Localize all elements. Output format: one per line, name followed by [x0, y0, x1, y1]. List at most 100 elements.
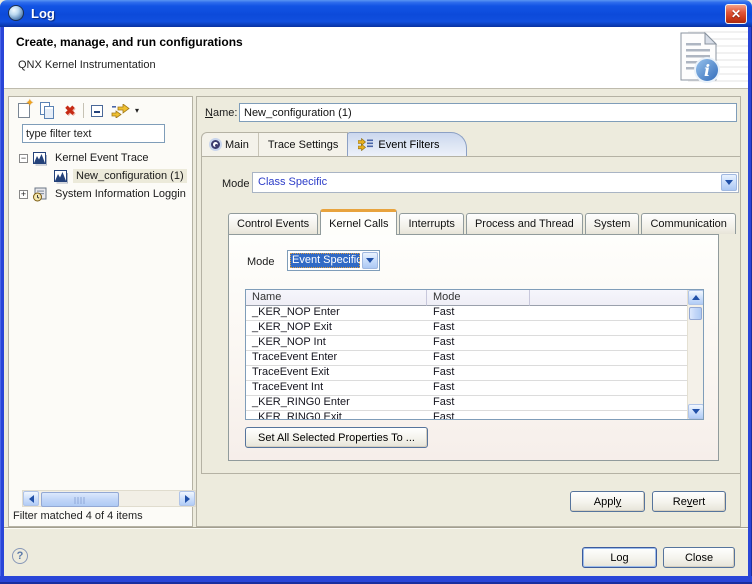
kernel-calls-panel: Mode Event Specific Name Mode [228, 234, 719, 461]
cell-name: _KER_NOP Enter [246, 306, 427, 320]
toolbar-separator [83, 103, 84, 118]
tab-system[interactable]: System [585, 213, 640, 234]
cell-blank [530, 381, 687, 395]
table-row[interactable]: TraceEvent Int Fast [246, 381, 687, 396]
window-title: Log [31, 6, 55, 21]
tree-item-new-configuration[interactable]: New_configuration (1) [53, 167, 187, 185]
event-filters-tab-icon [358, 138, 373, 151]
banner-subtitle: QNX Kernel Instrumentation [18, 59, 156, 71]
system-information-icon [32, 186, 48, 202]
cell-name: _KER_NOP Exit [246, 321, 427, 335]
new-configuration-button[interactable]: ✦ [14, 101, 34, 120]
cell-mode: Fast [427, 351, 530, 365]
cell-name: TraceEvent Int [246, 381, 427, 395]
tree-item-label-selected: New_configuration (1) [73, 169, 187, 183]
scroll-left-icon[interactable] [23, 491, 39, 506]
mode-label: Mode [222, 178, 250, 190]
filter-menu-dropdown[interactable]: ▾ [131, 101, 143, 120]
event-class-tabs: Control Events Kernel Calls Interrupts P… [228, 208, 738, 234]
filter-button[interactable] [109, 101, 133, 120]
cell-mode: Fast [427, 411, 530, 419]
kernel-mode-label: Mode [247, 256, 275, 268]
column-header-name[interactable]: Name [246, 290, 427, 306]
kernel-event-trace-icon [32, 150, 48, 166]
configuration-detail-panel: Name: Main Trace Settings [196, 96, 741, 527]
close-icon[interactable]: ✕ [725, 4, 747, 24]
chevron-down-icon: ▾ [135, 106, 139, 115]
tree-item-kernel-event-trace[interactable]: − Kernel Event Trace [19, 149, 152, 167]
app-icon [8, 5, 24, 21]
table-body: _KER_NOP Enter Fast _KER_NOP Exit Fast [246, 306, 687, 419]
expand-expander-icon[interactable]: + [19, 190, 28, 199]
cell-mode: Fast [427, 396, 530, 410]
window-border-bottom [0, 576, 752, 584]
table-row[interactable]: TraceEvent Enter Fast [246, 351, 687, 366]
column-header-mode[interactable]: Mode [427, 290, 530, 306]
new-configuration-icon: ✦ [18, 103, 30, 118]
name-label: Name: [205, 107, 237, 119]
column-header-blank[interactable] [530, 290, 687, 306]
cell-name: _KER_RING0 Exit [246, 411, 427, 419]
cell-blank [530, 396, 687, 410]
delete-icon: ✖ [65, 103, 76, 119]
scroll-up-icon[interactable] [688, 290, 704, 305]
tab-label: Main [225, 139, 249, 151]
configurations-sidebar: ✦ ✖ ▾ − [8, 96, 193, 527]
cell-mode: Fast [427, 336, 530, 350]
kernel-mode-combobox[interactable]: Event Specific [287, 250, 380, 271]
cell-name: TraceEvent Exit [246, 366, 427, 380]
tree-item-system-information[interactable]: + System Information Loggin [19, 185, 189, 203]
cell-mode: Fast [427, 321, 530, 335]
tab-event-filters[interactable]: Event Filters [347, 132, 466, 156]
sidebar-horizontal-scrollbar[interactable] [22, 490, 196, 507]
tab-process-and-thread[interactable]: Process and Thread [466, 213, 583, 234]
chevron-down-icon[interactable] [721, 174, 737, 191]
delete-configuration-button[interactable]: ✖ [60, 101, 80, 120]
svg-text:i: i [704, 61, 710, 80]
kernel-event-trace-icon [53, 168, 69, 184]
title-bar[interactable]: Log ✕ [0, 0, 752, 27]
collapse-all-button[interactable] [87, 101, 107, 120]
duplicate-icon [39, 102, 55, 119]
scrollbar-thumb[interactable] [41, 492, 119, 507]
duplicate-configuration-button[interactable] [37, 101, 57, 120]
event-filters-panel: Mode Class Specific Control Events Kerne… [201, 156, 741, 474]
log-button[interactable]: Log [582, 547, 657, 568]
help-icon[interactable]: ? [12, 548, 28, 564]
table-row[interactable]: TraceEvent Exit Fast [246, 366, 687, 381]
table-row[interactable]: _KER_NOP Enter Fast [246, 306, 687, 321]
revert-button[interactable]: Revert [652, 491, 726, 512]
cell-mode: Fast [427, 381, 530, 395]
scroll-right-icon[interactable] [179, 491, 195, 506]
table-row[interactable]: _KER_RING0 Exit Fast [246, 411, 687, 419]
apply-button[interactable]: Apply [570, 491, 645, 512]
name-input[interactable] [239, 103, 737, 122]
cell-name: _KER_RING0 Enter [246, 396, 427, 410]
tab-control-events[interactable]: Control Events [228, 213, 318, 234]
configurations-tree: − Kernel Event Trace New_configuration (… [13, 149, 191, 209]
table-row[interactable]: _KER_RING0 Enter Fast [246, 396, 687, 411]
scroll-down-icon[interactable] [688, 404, 704, 419]
cell-blank [530, 411, 687, 419]
chevron-down-icon[interactable] [362, 252, 378, 269]
filter-input[interactable] [22, 124, 165, 143]
table-row[interactable]: _KER_NOP Int Fast [246, 336, 687, 351]
collapse-expander-icon[interactable]: − [19, 154, 28, 163]
tab-label: Trace Settings [268, 139, 339, 151]
header-banner: Create, manage, and run configurations Q… [4, 27, 748, 89]
mode-combobox[interactable]: Class Specific [252, 172, 739, 193]
set-all-selected-properties-button[interactable]: Set All Selected Properties To ... [245, 427, 428, 448]
cell-blank [530, 306, 687, 320]
tab-communication[interactable]: Communication [641, 213, 735, 234]
tab-main[interactable]: Main [202, 133, 258, 156]
banner-title: Create, manage, and run configurations [16, 35, 243, 49]
table-row[interactable]: _KER_NOP Exit Fast [246, 321, 687, 336]
table-vertical-scrollbar[interactable] [687, 290, 703, 419]
tab-trace-settings[interactable]: Trace Settings [258, 133, 348, 156]
close-button[interactable]: Close [663, 547, 735, 568]
tab-kernel-calls[interactable]: Kernel Calls [320, 209, 397, 235]
tab-interrupts[interactable]: Interrupts [399, 213, 463, 234]
mode-value: Class Specific [258, 176, 327, 188]
configuration-tabs: Main Trace Settings Event Filters [201, 132, 467, 156]
scrollbar-thumb[interactable] [689, 307, 702, 320]
